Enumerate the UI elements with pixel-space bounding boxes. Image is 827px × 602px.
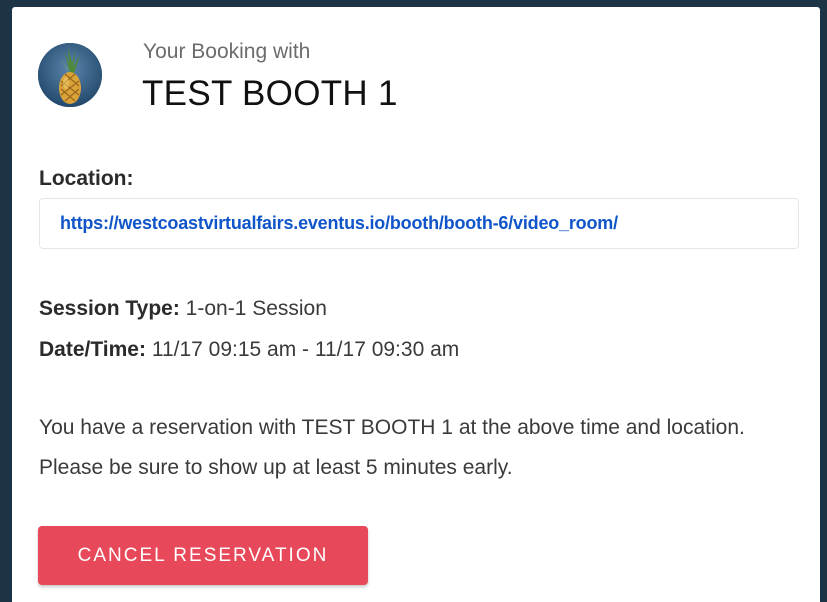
cancel-reservation-button[interactable]: CANCEL RESERVATION: [38, 526, 368, 585]
session-type-value: 1-on-1 Session: [185, 297, 327, 320]
session-type-line: Session Type: 1-on-1 Session: [39, 297, 327, 321]
booth-avatar: [38, 43, 102, 107]
session-type-label: Session Type:: [39, 297, 180, 320]
location-link[interactable]: https://westcoastvirtualfairs.eventus.io…: [60, 213, 618, 234]
booth-name-title: TEST BOOTH 1: [142, 74, 398, 113]
pineapple-icon: [38, 43, 102, 107]
location-label: Location:: [39, 167, 134, 190]
location-field: https://westcoastvirtualfairs.eventus.io…: [39, 198, 799, 249]
reservation-message: You have a reservation with TEST BOOTH 1…: [39, 416, 745, 479]
datetime-label: Date/Time:: [39, 338, 146, 361]
datetime-line: Date/Time: 11/17 09:15 am - 11/17 09:30 …: [39, 338, 459, 362]
datetime-value: 11/17 09:15 am - 11/17 09:30 am: [151, 338, 460, 361]
booking-subtitle: Your Booking with: [143, 40, 311, 63]
booking-card: Your Booking with TEST BOOTH 1 Location:…: [12, 7, 820, 602]
